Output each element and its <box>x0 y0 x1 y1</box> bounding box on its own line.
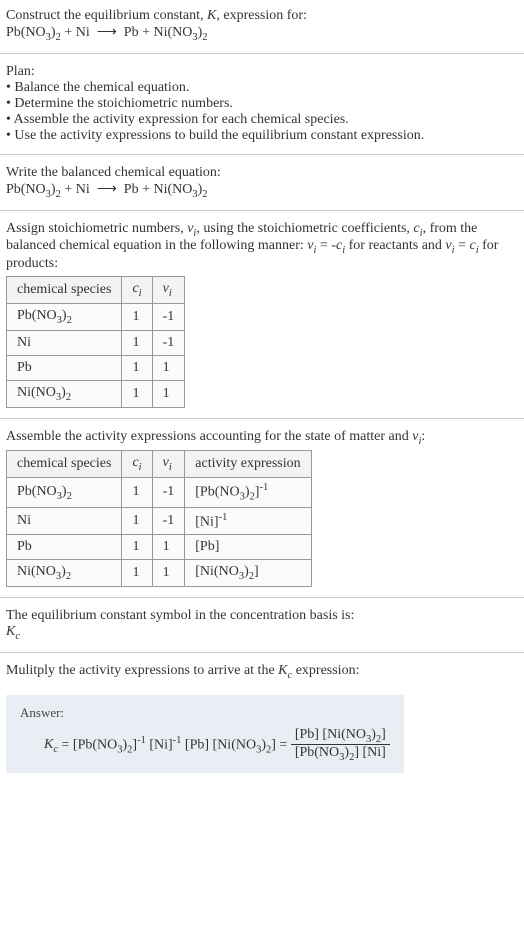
cell-nui: -1 <box>152 330 185 355</box>
cell-ci: 1 <box>122 560 152 587</box>
assemble-text: Assemble the activity expressions accoun… <box>6 429 518 447</box>
cell-species: Pb(NO3)2 <box>7 478 122 507</box>
multiply-text: Mulitply the activity expressions to arr… <box>6 663 518 681</box>
activity-table: chemical species ci νi activity expressi… <box>6 450 312 587</box>
cell-ci: 1 <box>122 478 152 507</box>
balanced-line: Write the balanced chemical equation: <box>6 165 518 181</box>
cell-species: Pb <box>7 355 122 380</box>
table-header-row: chemical species ci νi <box>7 277 185 304</box>
col-activity: activity expression <box>185 451 311 478</box>
table-row: Pb 1 1 [Pb] <box>7 535 312 560</box>
table-row: Pb(NO3)2 1 -1 [Pb(NO3)2]-1 <box>7 478 312 507</box>
table-row: Ni(NO3)2 1 1 <box>7 380 185 407</box>
cell-species: Ni <box>7 330 122 355</box>
answer-box: Answer: Kc = [Pb(NO3)2]-1 [Ni]-1 [Pb] [N… <box>6 695 404 774</box>
stoich-table: chemical species ci νi Pb(NO3)2 1 -1 Ni … <box>6 276 185 407</box>
plan-bullet: • Assemble the activity expression for e… <box>6 112 518 128</box>
cell-ci: 1 <box>122 535 152 560</box>
fraction-denominator: [Pb(NO3)2] [Ni] <box>291 745 390 763</box>
intro-line: Construct the equilibrium constant, K, e… <box>6 8 518 24</box>
balanced-equation: Pb(NO3)2 + Ni ⟶ Pb + Ni(NO3)2 <box>6 181 518 200</box>
table-row: Pb(NO3)2 1 -1 <box>7 303 185 330</box>
table-header-row: chemical species ci νi activity expressi… <box>7 451 312 478</box>
intro-equation: Pb(NO3)2 + Ni ⟶ Pb + Ni(NO3)2 <box>6 24 518 43</box>
divider <box>0 154 524 155</box>
cell-species: Ni(NO3)2 <box>7 380 122 407</box>
plan-section: Plan: • Balance the chemical equation. •… <box>0 56 524 152</box>
plan-bullet: • Use the activity expressions to build … <box>6 128 518 144</box>
divider <box>0 53 524 54</box>
cell-nui: 1 <box>152 380 185 407</box>
cell-ci: 1 <box>122 507 152 535</box>
cell-species: Ni(NO3)2 <box>7 560 122 587</box>
cell-ci: 1 <box>122 355 152 380</box>
cell-activity: [Pb] <box>185 535 311 560</box>
table-row: Ni 1 -1 <box>7 330 185 355</box>
cell-ci: 1 <box>122 303 152 330</box>
plan-bullet: • Determine the stoichiometric numbers. <box>6 96 518 112</box>
cell-activity: [Ni]-1 <box>185 507 311 535</box>
symbol-line: The equilibrium constant symbol in the c… <box>6 608 518 624</box>
cell-species: Pb <box>7 535 122 560</box>
cell-nui: 1 <box>152 355 185 380</box>
cell-activity: [Pb(NO3)2]-1 <box>185 478 311 507</box>
answer-expression: Kc = [Pb(NO3)2]-1 [Ni]-1 [Pb] [Ni(NO3)2]… <box>44 727 390 764</box>
assign-text: Assign stoichiometric numbers, νi, using… <box>6 221 518 273</box>
cell-species: Pb(NO3)2 <box>7 303 122 330</box>
table-row: Pb 1 1 <box>7 355 185 380</box>
multiply-section: Mulitply the activity expressions to arr… <box>0 655 524 689</box>
answer-label: Answer: <box>20 705 390 721</box>
col-species: chemical species <box>7 277 122 304</box>
plan-bullet: • Balance the chemical equation. <box>6 80 518 96</box>
col-ci: ci <box>122 451 152 478</box>
intro-section: Construct the equilibrium constant, K, e… <box>0 0 524 51</box>
balanced-section: Write the balanced chemical equation: Pb… <box>0 157 524 208</box>
cell-nui: -1 <box>152 303 185 330</box>
col-ci: ci <box>122 277 152 304</box>
divider <box>0 418 524 419</box>
symbol-section: The equilibrium constant symbol in the c… <box>0 600 524 650</box>
cell-nui: 1 <box>152 560 185 587</box>
cell-ci: 1 <box>122 330 152 355</box>
cell-ci: 1 <box>122 380 152 407</box>
col-species: chemical species <box>7 451 122 478</box>
cell-nui: -1 <box>152 478 185 507</box>
divider <box>0 210 524 211</box>
plan-heading: Plan: <box>6 64 518 80</box>
assign-section: Assign stoichiometric numbers, νi, using… <box>0 213 524 416</box>
col-nui: νi <box>152 451 185 478</box>
table-row: Ni 1 -1 [Ni]-1 <box>7 507 312 535</box>
assemble-section: Assemble the activity expressions accoun… <box>0 421 524 596</box>
divider <box>0 652 524 653</box>
cell-nui: -1 <box>152 507 185 535</box>
fraction-numerator: [Pb] [Ni(NO3)2] <box>291 727 390 746</box>
cell-species: Ni <box>7 507 122 535</box>
cell-activity: [Ni(NO3)2] <box>185 560 311 587</box>
cell-nui: 1 <box>152 535 185 560</box>
col-nui: νi <box>152 277 185 304</box>
symbol-kc: Kc <box>6 624 518 642</box>
table-row: Ni(NO3)2 1 1 [Ni(NO3)2] <box>7 560 312 587</box>
divider <box>0 597 524 598</box>
